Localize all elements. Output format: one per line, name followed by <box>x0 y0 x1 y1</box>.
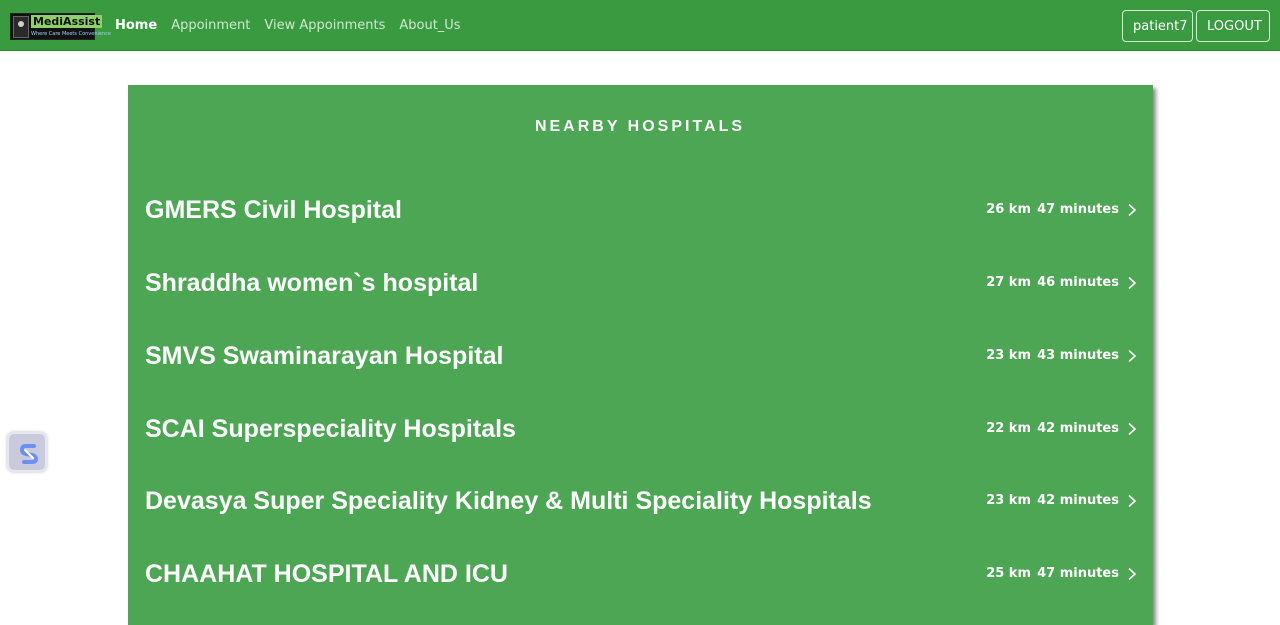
hospital-distance: 23 km <box>986 493 1031 508</box>
hospital-name: SMVS Swaminarayan Hospital <box>145 342 504 370</box>
hospital-duration: 43 minutes <box>1037 348 1119 363</box>
hospital-row[interactable]: CHAAHAT HOSPITAL AND ICU 25 km 47 minute… <box>128 559 1153 619</box>
extension-s-icon <box>19 444 39 464</box>
hospital-distance: 26 km <box>986 202 1031 217</box>
navbar: MediAssist Where Care Meets Convenience … <box>0 0 1280 51</box>
nav-link-about-us[interactable]: About_Us <box>399 17 460 35</box>
brand-logo[interactable]: MediAssist Where Care Meets Convenience <box>10 13 111 40</box>
hospital-duration: 46 minutes <box>1037 275 1119 290</box>
chevron-right-icon <box>1128 203 1137 217</box>
nav-link-appointment[interactable]: Appoinment <box>171 17 250 35</box>
chevron-right-icon <box>1128 494 1137 508</box>
nav-link-view-appointments[interactable]: View Appoinments <box>264 17 385 35</box>
hospital-name: GMERS Civil Hospital <box>145 196 402 224</box>
hospital-distance: 27 km <box>986 275 1031 290</box>
doctor-icon <box>13 16 29 38</box>
hospital-distance: 23 km <box>986 348 1031 363</box>
hospital-row[interactable]: Shraddha women`s hospital 27 km 46 minut… <box>128 268 1153 328</box>
hospital-row[interactable]: GMERS Civil Hospital 26 km 47 minutes <box>128 195 1153 255</box>
hospital-duration: 42 minutes <box>1037 493 1119 508</box>
chevron-right-icon <box>1128 276 1137 290</box>
hospital-duration: 42 minutes <box>1037 421 1119 436</box>
logout-button[interactable]: LOGOUT <box>1196 10 1270 42</box>
extension-widget[interactable] <box>7 432 47 472</box>
user-button[interactable]: patient7 <box>1122 10 1193 42</box>
hospital-name: Shraddha women`s hospital <box>145 269 479 297</box>
brand-name: MediAssist <box>31 15 103 28</box>
chevron-right-icon <box>1128 349 1137 363</box>
chevron-right-icon <box>1128 422 1137 436</box>
hospital-duration: 47 minutes <box>1037 202 1119 217</box>
hospital-duration: 47 minutes <box>1037 566 1119 581</box>
hospital-name: SCAI Superspeciality Hospitals <box>145 415 516 443</box>
hospital-distance: 25 km <box>986 566 1031 581</box>
brand-tagline: Where Care Meets Convenience <box>31 31 111 37</box>
hospital-name: CHAAHAT HOSPITAL AND ICU <box>145 560 508 588</box>
chevron-right-icon <box>1128 567 1137 581</box>
nav-links: Home Appoinment View Appoinments About_U… <box>115 17 475 35</box>
hospital-distance: 22 km <box>986 421 1031 436</box>
hospital-row[interactable]: SCAI Superspeciality Hospitals 22 km 42 … <box>128 414 1153 474</box>
hospital-row[interactable]: SMVS Swaminarayan Hospital 23 km 43 minu… <box>128 341 1153 401</box>
nav-link-home[interactable]: Home <box>115 17 157 35</box>
section-title: NEARBY HOSPITALS <box>534 118 746 135</box>
hospital-row[interactable]: Devasya Super Speciality Kidney & Multi … <box>128 486 1153 546</box>
hospital-name: Devasya Super Speciality Kidney & Multi … <box>145 487 872 515</box>
